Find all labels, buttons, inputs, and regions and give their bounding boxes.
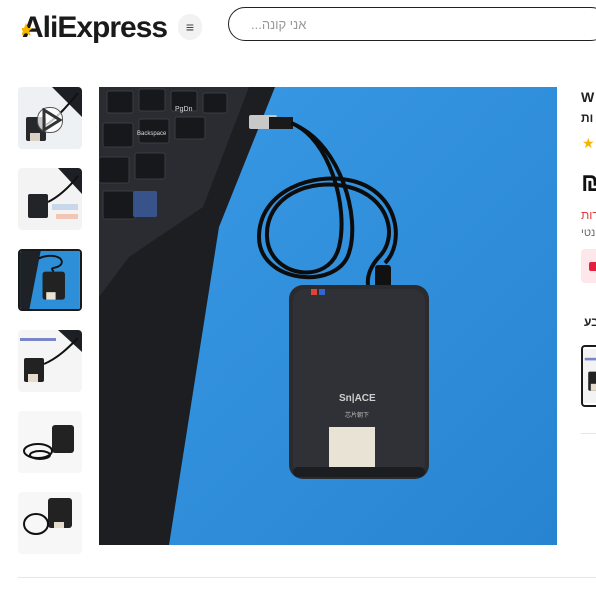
promo-badge[interactable]: [581, 249, 596, 283]
search-input[interactable]: [251, 13, 581, 35]
thumbnail-image-2[interactable]: [18, 168, 82, 230]
price: ₪: [581, 167, 596, 197]
coupon-icon: [589, 262, 596, 271]
search-bar[interactable]: [228, 7, 596, 41]
color-variant-option[interactable]: [581, 345, 596, 407]
thumbnail-image-3[interactable]: [18, 249, 82, 311]
header: AliExpress ≡: [0, 0, 596, 56]
main-product-image[interactable]: PgDn Backspace Sn|ACE 芯片朝下: [99, 87, 557, 545]
hamburger-icon: ≡: [185, 19, 195, 35]
aliexpress-logo[interactable]: AliExpress: [22, 9, 172, 45]
color-label: צבע: [584, 315, 596, 329]
thumbnail-image-4[interactable]: [18, 330, 82, 392]
section-divider: [18, 577, 596, 578]
thumbnail-image-5[interactable]: [18, 411, 82, 473]
svg-text:AliExpress: AliExpress: [22, 11, 167, 44]
rating-star-icon: ★: [582, 135, 595, 151]
thumbnail-image-6[interactable]: [18, 492, 82, 554]
svg-text:Sn|ACE: Sn|ACE: [339, 393, 376, 404]
menu-button[interactable]: ≡: [178, 14, 202, 40]
svg-text:Backspace: Backspace: [137, 131, 167, 137]
svg-text:PgDn: PgDn: [175, 106, 193, 113]
product-title: W: [581, 89, 595, 105]
play-icon: [37, 107, 63, 133]
thumbnail-video[interactable]: [18, 87, 82, 149]
discount-text: דות: [581, 208, 596, 222]
sub-text: נטי: [581, 227, 596, 239]
svg-text:芯片朝下: 芯片朝下: [345, 411, 369, 419]
product-title-line-2: ות: [581, 111, 594, 125]
divider: [581, 433, 596, 434]
product-info-panel: W ות ★ ₪ דות נטי צבע: [580, 87, 596, 447]
